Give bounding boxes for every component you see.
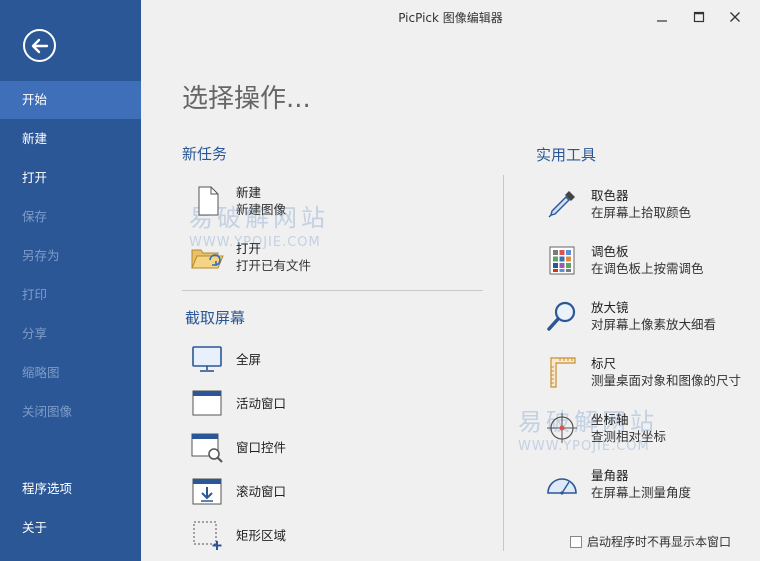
crosshair-item[interactable]: 坐标轴 查测相对坐标 — [544, 410, 666, 446]
open-item-desc: 打开已有文件 — [236, 258, 312, 273]
color-picker-title: 取色器 — [591, 188, 629, 203]
ruler-title: 标尺 — [591, 356, 617, 371]
capture-window-control-item[interactable]: 窗口控件 — [189, 429, 286, 465]
open-item-title: 打开 — [236, 241, 262, 256]
ruler-icon — [550, 357, 576, 388]
minimize-icon — [657, 20, 667, 22]
magnifier-title: 放大镜 — [591, 300, 629, 315]
eyedropper-icon — [548, 191, 575, 218]
monitor-icon — [192, 346, 222, 372]
crosshair-icon — [547, 413, 577, 443]
capture-fullscreen-item[interactable]: 全屏 — [189, 341, 261, 377]
color-picker-item[interactable]: 取色器 在屏幕上拾取颜色 — [544, 186, 691, 222]
minimize-button[interactable] — [649, 5, 675, 29]
capture-window-control-label: 窗口控件 — [236, 439, 287, 455]
color-palette-title: 调色板 — [591, 244, 629, 259]
sidebar-item-open[interactable]: 打开 — [0, 159, 141, 197]
new-item-desc: 新建图像 — [236, 202, 287, 217]
crosshair-desc: 查测相对坐标 — [591, 429, 667, 444]
capture-region-label: 矩形区域 — [236, 527, 287, 543]
maximize-icon — [693, 11, 705, 23]
sidebar-item-about[interactable]: 关于 — [0, 509, 141, 547]
magnifier-desc: 对屏幕上像素放大细看 — [591, 317, 717, 332]
maximize-button[interactable] — [686, 5, 712, 29]
sidebar-item-share: 分享 — [22, 326, 48, 341]
sidebar-item-save: 保存 — [22, 209, 48, 224]
new-image-item[interactable]: 新建 新建图像 — [189, 183, 286, 219]
section-divider — [182, 290, 483, 291]
protractor-item[interactable]: 量角器 在屏幕上测量角度 — [544, 466, 691, 502]
color-picker-desc: 在屏幕上拾取颜色 — [591, 205, 692, 220]
color-palette-desc: 在调色板上按需调色 — [591, 261, 704, 276]
arrow-left-icon — [31, 38, 48, 53]
sidebar-item-thumbnails: 缩略图 — [22, 365, 60, 380]
ruler-desc: 测量桌面对象和图像的尺寸 — [591, 373, 742, 388]
crosshair-title: 坐标轴 — [591, 412, 629, 427]
protractor-desc: 在屏幕上测量角度 — [591, 485, 692, 500]
sidebar-item-start[interactable]: 开始 — [0, 81, 141, 119]
close-icon — [730, 12, 740, 22]
protractor-icon — [547, 478, 577, 495]
color-palette-item[interactable]: 调色板 在调色板上按需调色 — [544, 242, 704, 278]
sidebar-item-close-image: 关闭图像 — [22, 404, 73, 419]
sidebar-item-options[interactable]: 程序选项 — [0, 470, 141, 508]
close-button[interactable] — [722, 5, 748, 29]
capture-region-item[interactable]: 矩形区域 — [189, 517, 286, 553]
section-title-capture: 截取屏幕 — [185, 309, 246, 327]
checkbox-label: 启动程序时不再显示本窗口 — [587, 535, 732, 549]
section-title-tools: 实用工具 — [536, 146, 597, 164]
capture-scrolling-window-label: 滚动窗口 — [236, 483, 287, 499]
capture-active-window-label: 活动窗口 — [236, 395, 287, 411]
section-title-new-task: 新任务 — [182, 145, 228, 163]
capture-scrolling-window-item[interactable]: 滚动窗口 — [189, 473, 286, 509]
open-file-item[interactable]: 打开 打开已有文件 — [189, 239, 311, 275]
capture-active-window-item[interactable]: 活动窗口 — [189, 385, 286, 421]
sidebar-item-new[interactable]: 新建 — [0, 120, 141, 158]
new-document-icon — [198, 186, 219, 216]
capture-fullscreen-label: 全屏 — [236, 351, 262, 367]
column-divider — [503, 175, 504, 551]
page-heading: 选择操作... — [182, 84, 311, 114]
region-select-icon — [193, 521, 222, 550]
open-folder-icon — [191, 249, 224, 269]
checkbox-box[interactable] — [570, 535, 582, 548]
magnifier-icon — [547, 301, 576, 331]
sidebar-item-save-as: 另存为 — [22, 248, 60, 263]
title-bar: PicPick 图像编辑器 — [141, 0, 760, 34]
magnifier-item[interactable]: 放大镜 对屏幕上像素放大细看 — [544, 298, 716, 334]
sidebar-item-print: 打印 — [22, 287, 48, 302]
window-magnifier-icon — [191, 433, 223, 463]
sidebar: 开始 新建 打开 保存 另存为 打印 分享 缩略图 关闭图像 程序选项 关于 — [0, 0, 141, 561]
new-item-title: 新建 — [236, 185, 262, 200]
window-icon — [192, 390, 222, 416]
protractor-title: 量角器 — [591, 468, 629, 483]
dont-show-again-checkbox[interactable]: 启动程序时不再显示本窗口 — [570, 533, 731, 550]
scroll-window-icon — [192, 478, 222, 505]
palette-grid-icon — [549, 246, 575, 275]
back-button[interactable] — [23, 29, 56, 62]
ruler-item[interactable]: 标尺 测量桌面对象和图像的尺寸 — [544, 354, 741, 390]
